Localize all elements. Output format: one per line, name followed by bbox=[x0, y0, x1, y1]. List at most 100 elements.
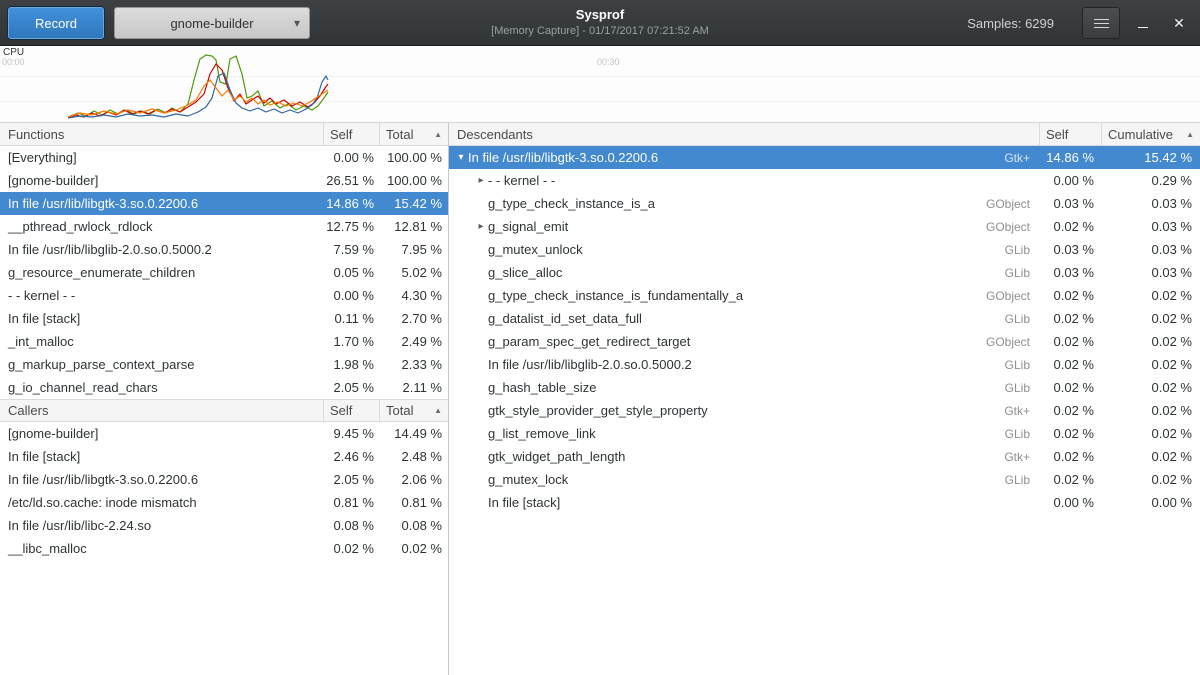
library-badge: GLib bbox=[1005, 358, 1040, 372]
table-row[interactable]: In file [stack]0.11 %2.70 % bbox=[0, 307, 448, 330]
table-row[interactable]: In file /usr/lib/libglib-2.0.so.0.5000.2… bbox=[0, 238, 448, 261]
total-percent: 2.06 % bbox=[380, 472, 448, 487]
function-name: In file [stack] bbox=[0, 311, 324, 326]
tree-row[interactable]: g_param_spec_get_redirect_targetGObject0… bbox=[449, 330, 1200, 353]
callers-table-header: Callers Self Total ▲ bbox=[0, 399, 448, 422]
tree-row[interactable]: In file [stack]0.00 %0.00 % bbox=[449, 491, 1200, 514]
library-badge: GLib bbox=[1005, 243, 1040, 257]
column-header-functions[interactable]: Functions bbox=[0, 123, 324, 145]
self-percent: 26.51 % bbox=[324, 173, 380, 188]
tree-row[interactable]: ▸- - kernel - -0.00 %0.29 % bbox=[449, 169, 1200, 192]
column-header-callers[interactable]: Callers bbox=[0, 400, 324, 421]
column-header-label: Descendants bbox=[457, 127, 533, 142]
descendant-name-cell: g_datalist_id_set_data_fullGLib bbox=[449, 311, 1040, 326]
column-header-self[interactable]: Self bbox=[324, 123, 380, 145]
minimize-button[interactable] bbox=[1128, 0, 1158, 46]
table-row[interactable]: [gnome-builder]9.45 %14.49 % bbox=[0, 422, 448, 445]
table-row[interactable]: In file /usr/lib/libc-2.24.so0.08 %0.08 … bbox=[0, 514, 448, 537]
tree-row[interactable]: In file /usr/lib/libglib-2.0.so.0.5000.2… bbox=[449, 353, 1200, 376]
library-badge: Gtk+ bbox=[1004, 151, 1040, 165]
library-badge: GObject bbox=[986, 289, 1040, 303]
self-percent: 0.02 % bbox=[1040, 403, 1102, 418]
self-percent: 2.46 % bbox=[324, 449, 380, 464]
cumulative-percent: 0.00 % bbox=[1102, 495, 1200, 510]
cumulative-percent: 15.42 % bbox=[1102, 150, 1200, 165]
tree-row[interactable]: g_slice_allocGLib0.03 %0.03 % bbox=[449, 261, 1200, 284]
tree-row[interactable]: gtk_widget_path_lengthGtk+0.02 %0.02 % bbox=[449, 445, 1200, 468]
process-selector-dropdown[interactable]: gnome-builder ▾ bbox=[114, 7, 310, 39]
time-label-mid: 00:30 bbox=[597, 57, 620, 67]
dropdown-caret-icon: ▾ bbox=[294, 17, 300, 29]
column-header-self[interactable]: Self bbox=[324, 400, 380, 421]
self-percent: 0.02 % bbox=[1040, 311, 1102, 326]
table-row[interactable]: __libc_malloc0.02 %0.02 % bbox=[0, 537, 448, 560]
table-row[interactable]: In file /usr/lib/libgtk-3.so.0.2200.614.… bbox=[0, 192, 448, 215]
column-header-cumulative[interactable]: Cumulative ▲ bbox=[1102, 123, 1200, 145]
function-name: g_signal_emit bbox=[488, 219, 568, 234]
library-badge: GLib bbox=[1005, 381, 1040, 395]
expander-closed-icon[interactable]: ▸ bbox=[474, 176, 488, 186]
function-name: g_mutex_lock bbox=[488, 472, 568, 487]
function-name: In file /usr/lib/libgtk-3.so.0.2200.6 bbox=[468, 150, 658, 165]
tree-row[interactable]: g_mutex_unlockGLib0.03 %0.03 % bbox=[449, 238, 1200, 261]
self-percent: 0.03 % bbox=[1040, 265, 1102, 280]
table-row[interactable]: In file [stack]2.46 %2.48 % bbox=[0, 445, 448, 468]
self-percent: 12.75 % bbox=[324, 219, 380, 234]
column-header-label: Functions bbox=[8, 127, 64, 142]
self-percent: 0.02 % bbox=[1040, 357, 1102, 372]
cpu-timeline[interactable]: CPU 00:00 00:30 bbox=[0, 46, 1200, 123]
expander-open-icon[interactable]: ▾ bbox=[454, 153, 468, 163]
table-row[interactable]: /etc/ld.so.cache: inode mismatch0.81 %0.… bbox=[0, 491, 448, 514]
tree-row[interactable]: g_hash_table_sizeGLib0.02 %0.02 % bbox=[449, 376, 1200, 399]
cumulative-percent: 0.02 % bbox=[1102, 334, 1200, 349]
column-header-label: Cumulative bbox=[1108, 127, 1173, 142]
close-button[interactable]: ✕ bbox=[1164, 0, 1194, 46]
table-row[interactable]: g_io_channel_read_chars2.05 %2.11 % bbox=[0, 376, 448, 399]
table-row[interactable]: - - kernel - -0.00 %4.30 % bbox=[0, 284, 448, 307]
function-name: _int_malloc bbox=[0, 334, 324, 349]
cumulative-percent: 0.03 % bbox=[1102, 196, 1200, 211]
descendant-name-cell: ▾In file /usr/lib/libgtk-3.so.0.2200.6 Gt… bbox=[449, 150, 1040, 165]
self-percent: 7.59 % bbox=[324, 242, 380, 257]
total-percent: 100.00 % bbox=[380, 150, 448, 165]
function-name: - - kernel - - bbox=[488, 173, 555, 188]
column-header-self[interactable]: Self bbox=[1040, 123, 1102, 145]
record-button[interactable]: Record bbox=[8, 7, 104, 39]
tree-row[interactable]: g_mutex_lockGLib0.02 %0.02 % bbox=[449, 468, 1200, 491]
self-percent: 0.05 % bbox=[324, 265, 380, 280]
tree-row[interactable]: g_datalist_id_set_data_fullGLib0.02 %0.0… bbox=[449, 307, 1200, 330]
cumulative-percent: 0.02 % bbox=[1102, 380, 1200, 395]
tree-row[interactable]: g_list_remove_linkGLib0.02 %0.02 % bbox=[449, 422, 1200, 445]
function-name: g_type_check_instance_is_fundamentally_a bbox=[488, 288, 743, 303]
table-row[interactable]: g_resource_enumerate_children0.05 %5.02 … bbox=[0, 261, 448, 284]
self-percent: 0.11 % bbox=[324, 311, 380, 326]
column-header-total[interactable]: Total ▲ bbox=[380, 400, 448, 421]
menu-button[interactable] bbox=[1082, 7, 1120, 39]
cumulative-percent: 0.02 % bbox=[1102, 357, 1200, 372]
descendant-name-cell: gtk_widget_path_lengthGtk+ bbox=[449, 449, 1040, 464]
total-percent: 2.48 % bbox=[380, 449, 448, 464]
tree-row[interactable]: gtk_style_provider_get_style_propertyGtk… bbox=[449, 399, 1200, 422]
expander-closed-icon[interactable]: ▸ bbox=[474, 222, 488, 232]
tree-row[interactable]: g_type_check_instance_is_fundamentally_a… bbox=[449, 284, 1200, 307]
library-badge: GLib bbox=[1005, 312, 1040, 326]
column-header-label: Callers bbox=[8, 403, 48, 418]
table-row[interactable]: In file /usr/lib/libgtk-3.so.0.2200.62.0… bbox=[0, 468, 448, 491]
tree-row[interactable]: g_type_check_instance_is_aGObject0.03 %0… bbox=[449, 192, 1200, 215]
table-row[interactable]: [Everything]0.00 %100.00 % bbox=[0, 146, 448, 169]
column-header-total[interactable]: Total ▲ bbox=[380, 123, 448, 145]
tree-row[interactable]: ▾In file /usr/lib/libgtk-3.so.0.2200.6 Gt… bbox=[449, 146, 1200, 169]
total-percent: 2.70 % bbox=[380, 311, 448, 326]
tree-row[interactable]: ▸g_signal_emitGObject0.02 %0.03 % bbox=[449, 215, 1200, 238]
total-percent: 7.95 % bbox=[380, 242, 448, 257]
descendant-name-cell: gtk_style_provider_get_style_propertyGtk… bbox=[449, 403, 1040, 418]
descendant-name-cell: g_list_remove_linkGLib bbox=[449, 426, 1040, 441]
table-row[interactable]: __pthread_rwlock_rdlock12.75 %12.81 % bbox=[0, 215, 448, 238]
column-header-descendants[interactable]: Descendants bbox=[449, 123, 1040, 145]
table-row[interactable]: [gnome-builder]26.51 %100.00 % bbox=[0, 169, 448, 192]
table-row[interactable]: g_markup_parse_context_parse1.98 %2.33 % bbox=[0, 353, 448, 376]
column-header-label: Total bbox=[386, 127, 413, 142]
table-row[interactable]: _int_malloc1.70 %2.49 % bbox=[0, 330, 448, 353]
self-percent: 0.03 % bbox=[1040, 242, 1102, 257]
descendant-name-cell: ▸g_signal_emitGObject bbox=[449, 219, 1040, 234]
